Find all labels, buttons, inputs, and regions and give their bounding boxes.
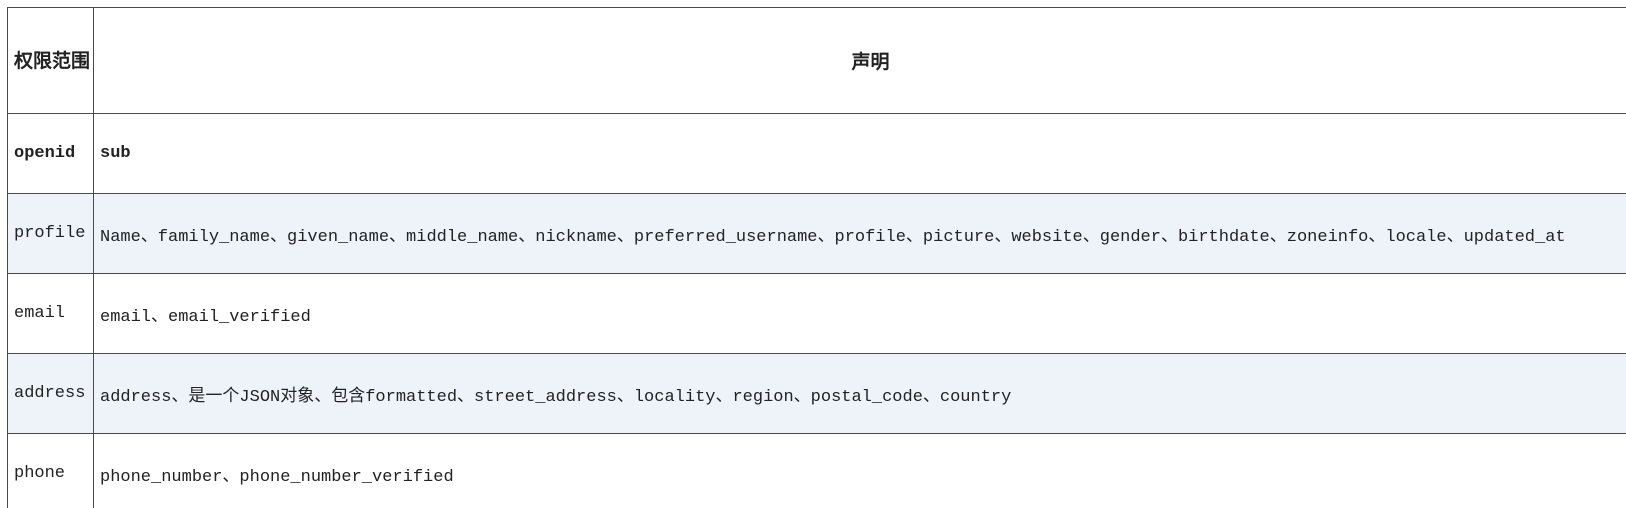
claims-cell: address、是一个JSON对象、包含formatted、street_add… bbox=[93, 353, 1626, 434]
scope-claims-table: 权限范围 声明 openid sub profile Name、family_n… bbox=[7, 7, 1626, 508]
table-row-email: email email、email_verified bbox=[7, 273, 1626, 354]
scope-cell: openid bbox=[7, 113, 94, 194]
table-row-phone: phone phone_number、phone_number_verified bbox=[7, 433, 1626, 508]
page: 权限范围 声明 openid sub profile Name、family_n… bbox=[0, 0, 1626, 508]
scope-cell: profile bbox=[7, 193, 94, 274]
header-claims: 声明 bbox=[93, 7, 1626, 114]
claims-cell: phone_number、phone_number_verified bbox=[93, 433, 1626, 508]
table-row-profile: profile Name、family_name、given_name、midd… bbox=[7, 193, 1626, 274]
scope-cell: phone bbox=[7, 433, 94, 508]
claims-cell: Name、family_name、given_name、middle_name、… bbox=[93, 193, 1626, 274]
claims-cell: email、email_verified bbox=[93, 273, 1626, 354]
table-row-openid: openid sub bbox=[7, 113, 1626, 194]
scope-cell: email bbox=[7, 273, 94, 354]
scope-cell: address bbox=[7, 353, 94, 434]
claims-cell: sub bbox=[93, 113, 1626, 194]
table-row-address: address address、是一个JSON对象、包含formatted、st… bbox=[7, 353, 1626, 434]
header-scope: 权限范围 bbox=[7, 7, 94, 114]
table-header-row: 权限范围 声明 bbox=[7, 7, 1626, 114]
